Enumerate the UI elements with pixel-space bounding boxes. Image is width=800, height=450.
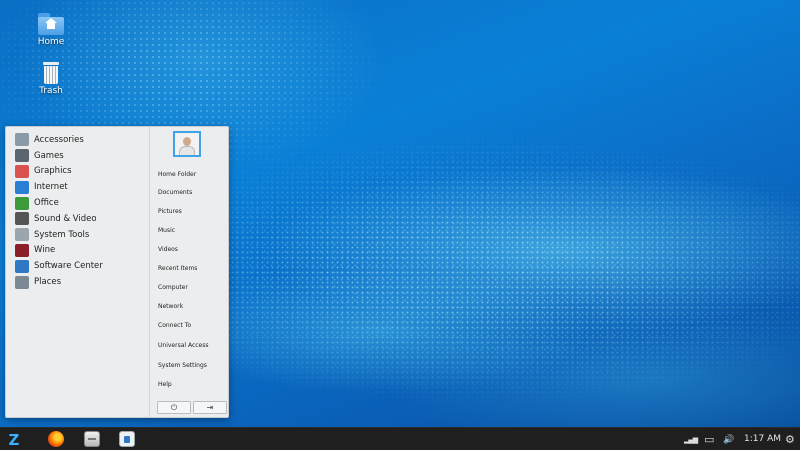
- files-icon[interactable]: [84, 431, 100, 447]
- place-computer[interactable]: Computer: [158, 284, 188, 291]
- menu-category-places[interactable]: Places: [6, 274, 149, 290]
- logout-button[interactable]: ⇥: [193, 401, 227, 414]
- volume-icon[interactable]: 🔊: [723, 428, 734, 450]
- sound-video-icon: [15, 212, 29, 226]
- home-folder-icon: [38, 13, 64, 35]
- network-signal-icon[interactable]: ▂▄▆: [684, 428, 698, 450]
- menu-category-sound-video[interactable]: Sound & Video: [6, 211, 149, 227]
- start-menu: Accessories Games Graphics Internet Office So…: [5, 126, 229, 418]
- wine-icon: [15, 243, 29, 257]
- taskbar: Z ▂▄▆ ▭ 🔊 1:17 AM ⚙: [0, 427, 800, 450]
- user-avatar[interactable]: [173, 131, 201, 157]
- software-center-icon: [15, 259, 29, 273]
- menu-category-graphics[interactable]: Graphics: [6, 164, 149, 180]
- graphics-icon: [15, 164, 29, 178]
- settings-gear-icon[interactable]: ⚙: [785, 428, 795, 450]
- place-music[interactable]: Music: [158, 227, 175, 234]
- power-button[interactable]: ⏻: [157, 401, 191, 414]
- menu-category-accessories[interactable]: Accessories: [6, 132, 149, 148]
- menu-category-label: Sound & Video: [34, 213, 97, 224]
- software-icon[interactable]: [119, 431, 135, 447]
- place-documents[interactable]: Documents: [158, 189, 192, 196]
- place-videos[interactable]: Videos: [158, 246, 178, 253]
- menu-category-wine[interactable]: Wine: [6, 243, 149, 259]
- system-tools-icon: [15, 228, 29, 242]
- games-icon: [15, 149, 29, 163]
- accessories-icon: [15, 133, 29, 147]
- battery-icon[interactable]: ▭: [704, 428, 714, 450]
- place-connect-to[interactable]: Connect To: [158, 322, 191, 329]
- place-universal-access[interactable]: Universal Access: [158, 342, 209, 349]
- category-list: Accessories Games Graphics Internet Office So…: [6, 127, 150, 417]
- internet-icon: [15, 180, 29, 194]
- menu-category-label: Games: [34, 150, 64, 161]
- office-icon: [15, 196, 29, 210]
- menu-category-label: Wine: [34, 245, 56, 256]
- desktop-icon-label: Trash: [39, 86, 63, 96]
- menu-category-games[interactable]: Games: [6, 148, 149, 164]
- menu-category-label: Software Center: [34, 261, 103, 272]
- menu-category-software-center[interactable]: Software Center: [6, 258, 149, 274]
- menu-category-internet[interactable]: Internet: [6, 179, 149, 195]
- place-system-settings[interactable]: System Settings: [158, 362, 207, 369]
- menu-category-label: Internet: [34, 182, 68, 193]
- place-recent-items[interactable]: Recent Items: [158, 265, 197, 272]
- desktop-icon-home[interactable]: Home: [21, 13, 81, 47]
- place-network[interactable]: Network: [158, 303, 183, 310]
- menu-category-office[interactable]: Office: [6, 195, 149, 211]
- zorin-logo-icon: Z: [8, 430, 20, 449]
- places-icon: [15, 275, 29, 289]
- place-pictures[interactable]: Pictures: [158, 208, 182, 215]
- menu-category-label: Office: [34, 198, 59, 209]
- menu-category-label: Graphics: [34, 166, 72, 177]
- menu-category-label: Accessories: [34, 134, 84, 145]
- place-home-folder[interactable]: Home Folder: [158, 171, 196, 178]
- power-icon: ⏻: [170, 402, 178, 412]
- trash-icon: [43, 62, 59, 84]
- menu-category-label: System Tools: [34, 229, 90, 240]
- place-help[interactable]: Help: [158, 381, 172, 388]
- start-menu-button[interactable]: Z: [0, 428, 28, 450]
- menu-category-label: Places: [34, 277, 62, 288]
- places-panel: Home Folder Documents Pictures Music Videos R…: [151, 127, 228, 417]
- firefox-icon[interactable]: [48, 431, 64, 447]
- desktop-icon-trash[interactable]: Trash: [21, 62, 81, 96]
- logout-icon: ⇥: [206, 403, 214, 412]
- menu-category-system-tools[interactable]: System Tools: [6, 227, 149, 243]
- clock[interactable]: 1:17 AM: [744, 428, 781, 450]
- desktop-icon-label: Home: [37, 37, 65, 47]
